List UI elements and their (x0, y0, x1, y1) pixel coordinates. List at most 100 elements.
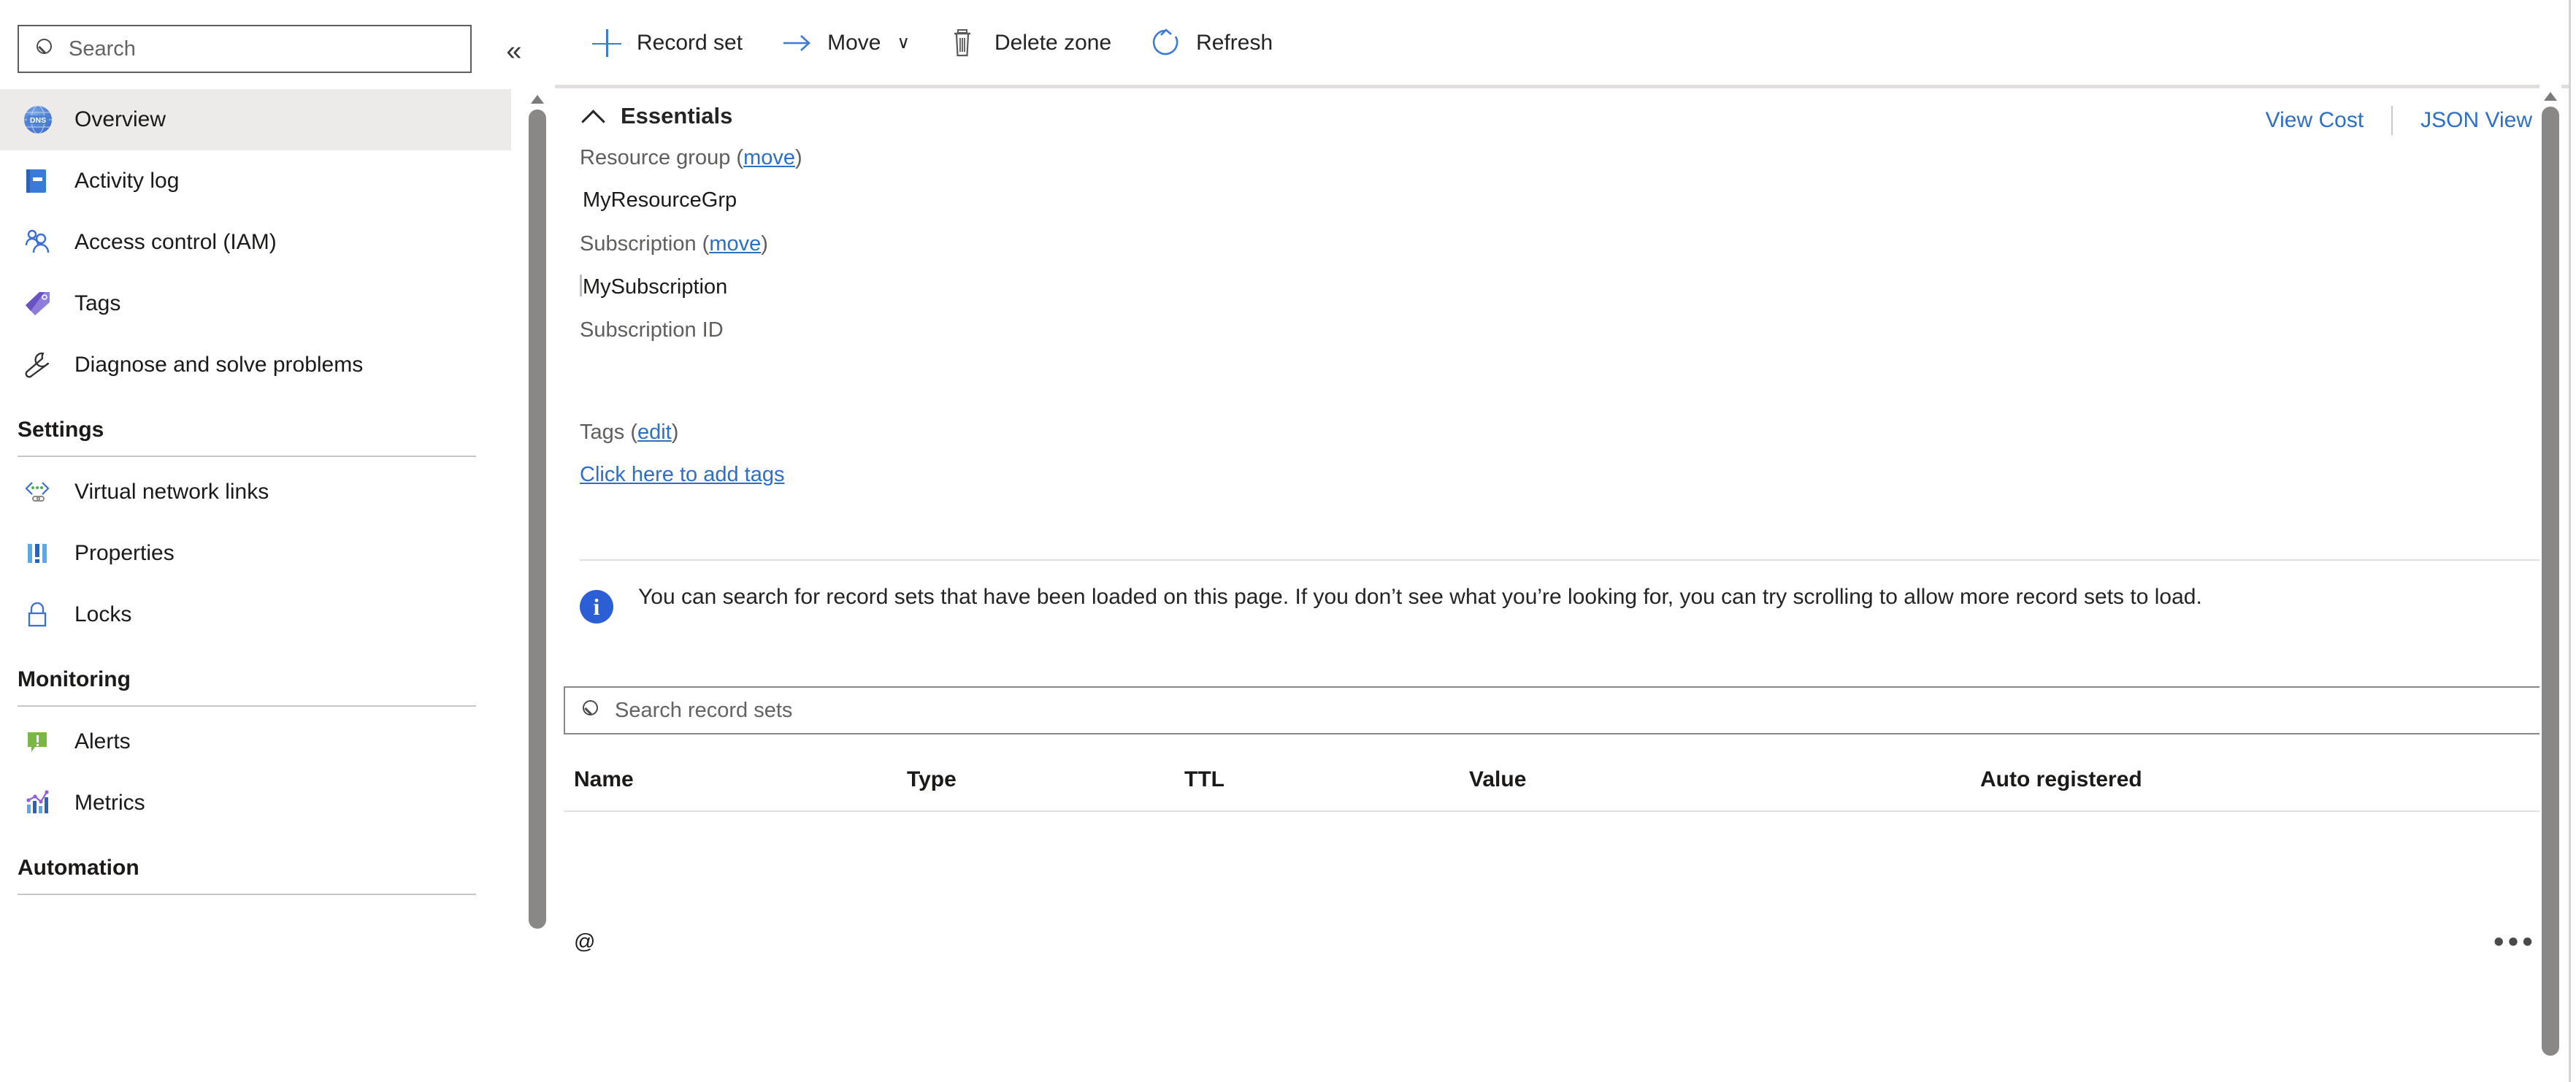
delete-zone-label: Delete zone (994, 31, 1112, 55)
move-button[interactable]: Move ∨ (781, 18, 910, 69)
essentials-toggle[interactable]: Essentials (580, 102, 732, 130)
resource-group-move-link[interactable]: move (743, 146, 795, 169)
text-caret-artifact (580, 275, 582, 296)
paren-close: ) (671, 421, 679, 444)
column-header-type[interactable]: Type (907, 767, 1184, 792)
record-sets-table: Name Type TTL Value Auto registered @ ••… (564, 749, 2551, 986)
delete-zone-button[interactable]: Delete zone (948, 18, 1111, 69)
search-icon (35, 38, 57, 60)
refresh-label: Refresh (1196, 31, 1273, 55)
sidebar-item-locks[interactable]: Locks (0, 584, 511, 645)
resource-menu-sidebar: « (0, 0, 548, 1082)
sidebar-item-label: Access control (IAM) (74, 230, 277, 254)
column-header-value[interactable]: Value (1469, 767, 1980, 792)
sidebar-item-label: Metrics (74, 791, 145, 815)
divider (555, 85, 2570, 88)
tags-edit-link[interactable]: edit (637, 421, 672, 444)
sidebar-item-label: Properties (74, 541, 175, 565)
sidebar-group-title: Monitoring (18, 667, 131, 691)
sidebar-item-label: Locks (74, 602, 132, 626)
virtual-network-link-icon (20, 475, 55, 510)
add-tags-link[interactable]: Click here to add tags (580, 463, 784, 487)
essentials-title: Essentials (621, 103, 733, 128)
double-chevron-left-icon: « (506, 36, 522, 66)
sidebar-item-tags[interactable]: Tags (0, 273, 511, 334)
subscription-move-link[interactable]: move (709, 232, 761, 256)
main-scrollbar[interactable] (2539, 85, 2561, 1082)
chevron-up-icon (580, 102, 607, 130)
subscription-value-wrap[interactable]: MySubscription (580, 275, 727, 299)
column-header-name[interactable]: Name (564, 767, 907, 792)
tags-label: Tags (edit) (580, 421, 678, 445)
sidebar-search-box[interactable] (18, 25, 472, 73)
record-sets-search-input[interactable] (615, 698, 2513, 723)
sidebar-item-label: Diagnose and solve problems (74, 353, 364, 377)
sidebar-item-virtual-network-links[interactable]: Virtual network links (0, 461, 511, 523)
scroll-up-arrow-icon[interactable] (531, 95, 544, 104)
divider (580, 559, 2558, 561)
sidebar-group-settings: Settings (0, 396, 511, 461)
dns-zone-icon: DNS (20, 102, 55, 137)
access-control-icon (20, 225, 55, 260)
main-content: Record set Move ∨ Delete zone Refresh Es… (555, 0, 2576, 1082)
record-sets-search-box[interactable] (564, 686, 2551, 734)
table-empty-spacer (564, 812, 2551, 898)
sidebar-group-title: Automation (18, 856, 139, 880)
sidebar-group-automation: Automation (0, 834, 511, 899)
table-header-row: Name Type TTL Value Auto registered (564, 749, 2551, 812)
resource-group-value[interactable]: MyResourceGrp (583, 188, 737, 212)
info-banner: i You can search for record sets that ha… (580, 581, 2551, 624)
divider (18, 456, 476, 457)
wrench-icon (20, 348, 55, 383)
divider (18, 894, 476, 895)
plus-icon (590, 26, 624, 60)
sidebar-item-activity-log[interactable]: Activity log (0, 150, 511, 212)
cell-name[interactable]: @ (564, 930, 907, 954)
chevron-down-icon[interactable]: ∨ (897, 34, 910, 52)
record-set-button[interactable]: Record set (590, 18, 743, 69)
sidebar-item-alerts[interactable]: Alerts (0, 711, 511, 772)
sidebar-nav-list: DNS Overview Activity log Access control… (0, 89, 511, 1082)
paren-close: ) (761, 232, 768, 256)
properties-icon (20, 536, 55, 571)
scroll-up-arrow-icon[interactable] (2544, 92, 2557, 101)
table-row[interactable]: @ ••• (564, 898, 2551, 986)
activity-log-icon (20, 164, 55, 199)
sidebar-item-metrics[interactable]: Metrics (0, 772, 511, 834)
column-header-ttl[interactable]: TTL (1184, 767, 1469, 792)
tags-label-text: Tags ( (580, 421, 637, 444)
subscription-label: Subscription (move) (580, 232, 768, 256)
info-banner-text: You can search for record sets that have… (638, 585, 2202, 609)
scrollbar-thumb[interactable] (2542, 107, 2559, 1056)
sidebar-item-diagnose-and-solve-problems[interactable]: Diagnose and solve problems (0, 334, 511, 396)
arrow-right-icon (781, 26, 814, 60)
row-context-menu-icon[interactable]: ••• (2493, 926, 2537, 956)
resource-group-label: Resource group (move) (580, 146, 802, 170)
sidebar-item-label: Overview (74, 107, 166, 131)
trash-icon (948, 26, 981, 60)
command-bar: Record set Move ∨ Delete zone Refresh (555, 0, 1311, 86)
search-icon (581, 699, 603, 721)
search-input[interactable] (69, 37, 448, 61)
essentials-links: View Cost JSON View (2266, 106, 2532, 135)
sidebar-scrollbar[interactable] (527, 89, 548, 1082)
json-view-link[interactable]: JSON View (2420, 108, 2532, 133)
tag-icon (20, 286, 55, 321)
sidebar-item-overview[interactable]: DNS Overview (0, 89, 511, 150)
view-cost-link[interactable]: View Cost (2266, 108, 2364, 133)
resource-group-label-text: Resource group ( (580, 146, 744, 169)
subscription-label-text: Subscription ( (580, 232, 710, 256)
sidebar-item-access-control[interactable]: Access control (IAM) (0, 212, 511, 273)
divider (18, 705, 476, 707)
refresh-button[interactable]: Refresh (1149, 18, 1273, 69)
subscription-value: MySubscription (583, 275, 728, 299)
metrics-icon (20, 786, 55, 821)
column-header-auto-registered[interactable]: Auto registered (1980, 767, 2551, 792)
scrollbar-thumb[interactable] (529, 110, 546, 929)
collapse-menu-button[interactable]: « (498, 35, 530, 67)
refresh-icon (1149, 26, 1183, 60)
move-label: Move (827, 31, 881, 55)
sidebar-item-properties[interactable]: Properties (0, 523, 511, 584)
sidebar-group-monitoring: Monitoring (0, 645, 511, 711)
paren-close: ) (794, 146, 802, 169)
